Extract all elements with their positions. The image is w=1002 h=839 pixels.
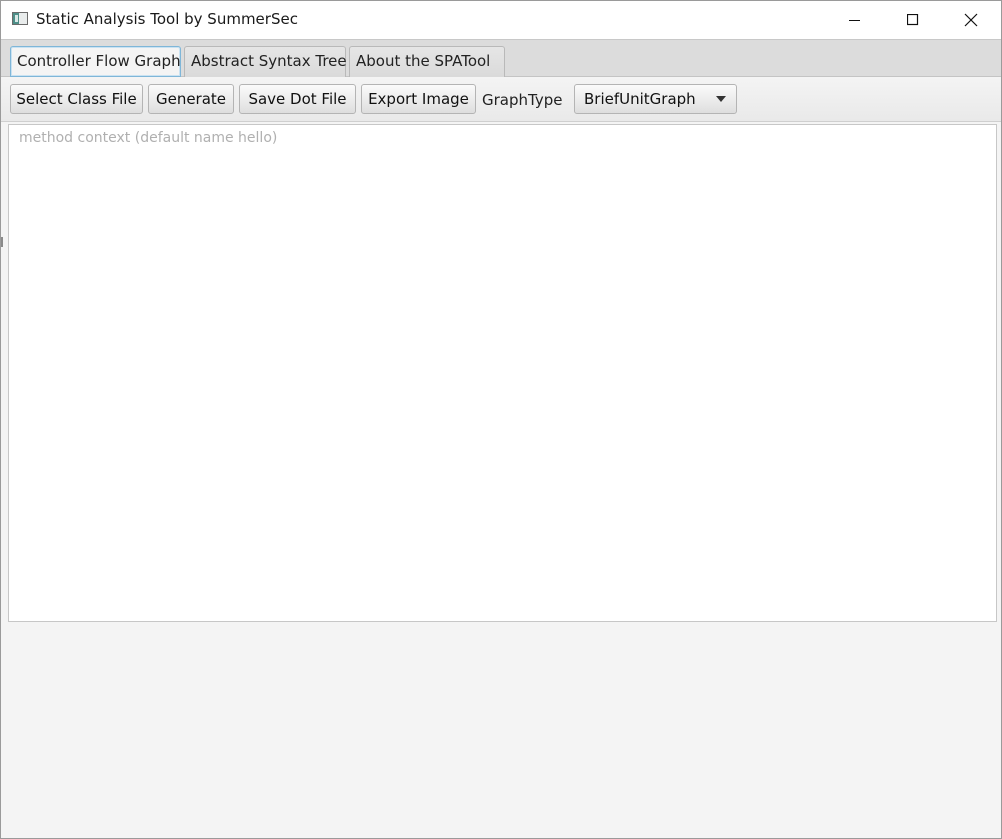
app-window: Static Analysis Tool by SummerSec Contro… bbox=[0, 0, 1002, 839]
close-button[interactable] bbox=[942, 1, 1000, 39]
method-context-placeholder: method context (default name hello) bbox=[19, 130, 278, 146]
tab-abstract-syntax-tree[interactable]: Abstract Syntax Tree bbox=[184, 46, 347, 77]
maximize-button[interactable] bbox=[884, 1, 942, 39]
chevron-down-icon bbox=[716, 96, 726, 102]
close-icon bbox=[964, 13, 978, 27]
method-context-textarea[interactable]: method context (default name hello) bbox=[8, 124, 997, 622]
title-bar[interactable]: Static Analysis Tool by SummerSec bbox=[1, 1, 1001, 39]
app-window-icon bbox=[12, 12, 28, 25]
maximize-icon bbox=[907, 14, 919, 26]
split-handle[interactable] bbox=[1, 237, 3, 247]
tab-controller-flow-graph[interactable]: Controller Flow Graph bbox=[10, 46, 181, 77]
tab-about-spatool[interactable]: About the SPATool bbox=[349, 46, 505, 77]
graph-type-value: BriefUnitGraph bbox=[584, 90, 696, 108]
window-title: Static Analysis Tool by SummerSec bbox=[36, 10, 298, 28]
tab-bar: Controller Flow Graph Abstract Syntax Tr… bbox=[1, 39, 1001, 77]
minimize-icon bbox=[849, 20, 860, 21]
minimize-button[interactable] bbox=[826, 1, 884, 39]
select-class-file-button[interactable]: Select Class File bbox=[10, 84, 143, 114]
save-dot-file-button[interactable]: Save Dot File bbox=[239, 84, 356, 114]
generate-button[interactable]: Generate bbox=[148, 84, 234, 114]
graph-type-select[interactable]: BriefUnitGraph bbox=[574, 84, 737, 114]
graph-type-label: GraphType bbox=[482, 91, 563, 109]
toolbar: Select Class File Generate Save Dot File… bbox=[1, 77, 1001, 122]
export-image-button[interactable]: Export Image bbox=[361, 84, 476, 114]
